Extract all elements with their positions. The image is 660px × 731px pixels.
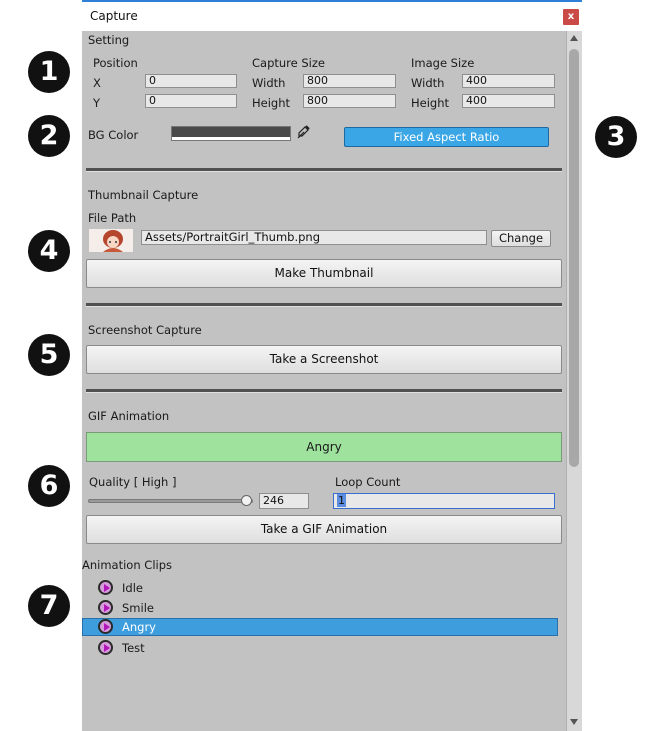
animation-clips-header: Animation Clips (82, 558, 172, 572)
play-icon[interactable] (98, 640, 113, 655)
eyedropper-icon[interactable] (295, 124, 311, 140)
play-icon[interactable] (98, 580, 113, 595)
image-width-label: Width (411, 76, 445, 90)
position-x-field[interactable]: 0 (145, 74, 237, 88)
callout-4-badge: 4 (28, 230, 70, 272)
bg-color-swatch[interactable] (171, 126, 291, 141)
capture-width-label: Width (252, 76, 286, 90)
quality-slider-handle[interactable] (241, 495, 252, 506)
clip-label: Test (122, 641, 145, 655)
quality-label: Quality [ High ] (89, 475, 177, 489)
window-title: Capture (90, 9, 138, 23)
gif-animation-header: GIF Animation (88, 409, 170, 423)
title-bar[interactable]: Capture x (82, 0, 582, 31)
thumbnail-capture-header: Thumbnail Capture (88, 188, 199, 202)
image-size-label: Image Size (411, 56, 475, 70)
take-screenshot-button[interactable]: Take a Screenshot (86, 345, 562, 374)
file-path-label: File Path (88, 211, 137, 225)
callout-3-badge: 3 (595, 116, 637, 158)
position-y-field[interactable]: 0 (145, 94, 237, 108)
make-thumbnail-button[interactable]: Make Thumbnail (86, 259, 562, 288)
callout-5-badge: 5 (28, 334, 70, 376)
clip-item-idle[interactable]: Idle (82, 579, 558, 597)
clip-item-smile[interactable]: Smile (82, 599, 558, 617)
file-path-field[interactable]: Assets/PortraitGirl_Thumb.png (141, 230, 487, 245)
clip-label: Angry (122, 620, 156, 634)
clip-label: Smile (122, 601, 154, 615)
close-button[interactable]: x (563, 9, 579, 25)
loop-count-label: Loop Count (335, 475, 401, 489)
selected-clip-display[interactable]: Angry (86, 432, 562, 462)
position-label: Position (93, 56, 138, 70)
loop-count-value: 1 (337, 494, 346, 507)
callout-1-badge: 1 (28, 51, 70, 93)
capture-size-label: Capture Size (252, 56, 325, 70)
fixed-aspect-ratio-toggle[interactable]: Fixed Aspect Ratio (344, 127, 549, 147)
clip-item-angry[interactable]: Angry (82, 618, 558, 636)
position-x-label: X (93, 76, 101, 90)
section-divider (86, 168, 562, 172)
section-divider (86, 303, 562, 307)
scroll-up-arrow-icon[interactable] (570, 35, 578, 41)
play-icon[interactable] (98, 619, 113, 634)
quality-slider-track[interactable] (88, 499, 253, 503)
clip-label: Idle (122, 581, 143, 595)
capture-width-field[interactable]: 800 (303, 74, 396, 88)
section-divider (86, 389, 562, 393)
image-height-label: Height (411, 96, 450, 110)
callout-7-badge: 7 (28, 585, 70, 627)
change-path-button[interactable]: Change (491, 230, 551, 247)
capture-height-field[interactable]: 800 (303, 94, 396, 108)
callout-2-badge: 2 (28, 115, 70, 157)
scroll-down-arrow-icon[interactable] (570, 719, 578, 725)
screenshot-capture-header: Screenshot Capture (88, 323, 202, 337)
loop-count-field[interactable]: 1 (333, 493, 555, 509)
play-icon[interactable] (98, 600, 113, 615)
quality-value-field[interactable]: 246 (259, 493, 309, 509)
take-gif-animation-button[interactable]: Take a GIF Animation (86, 515, 562, 544)
setting-header: Setting (88, 33, 130, 47)
callout-6-badge: 6 (28, 465, 70, 507)
image-height-field[interactable]: 400 (462, 94, 555, 108)
bg-color-label: BG Color (88, 128, 139, 142)
thumbnail-preview-image (89, 229, 133, 252)
image-width-field[interactable]: 400 (462, 74, 555, 88)
scrollbar-thumb[interactable] (569, 49, 579, 467)
capture-height-label: Height (252, 96, 291, 110)
vertical-scrollbar[interactable] (566, 31, 582, 731)
position-y-label: Y (93, 96, 101, 110)
clip-item-test[interactable]: Test (82, 639, 558, 657)
